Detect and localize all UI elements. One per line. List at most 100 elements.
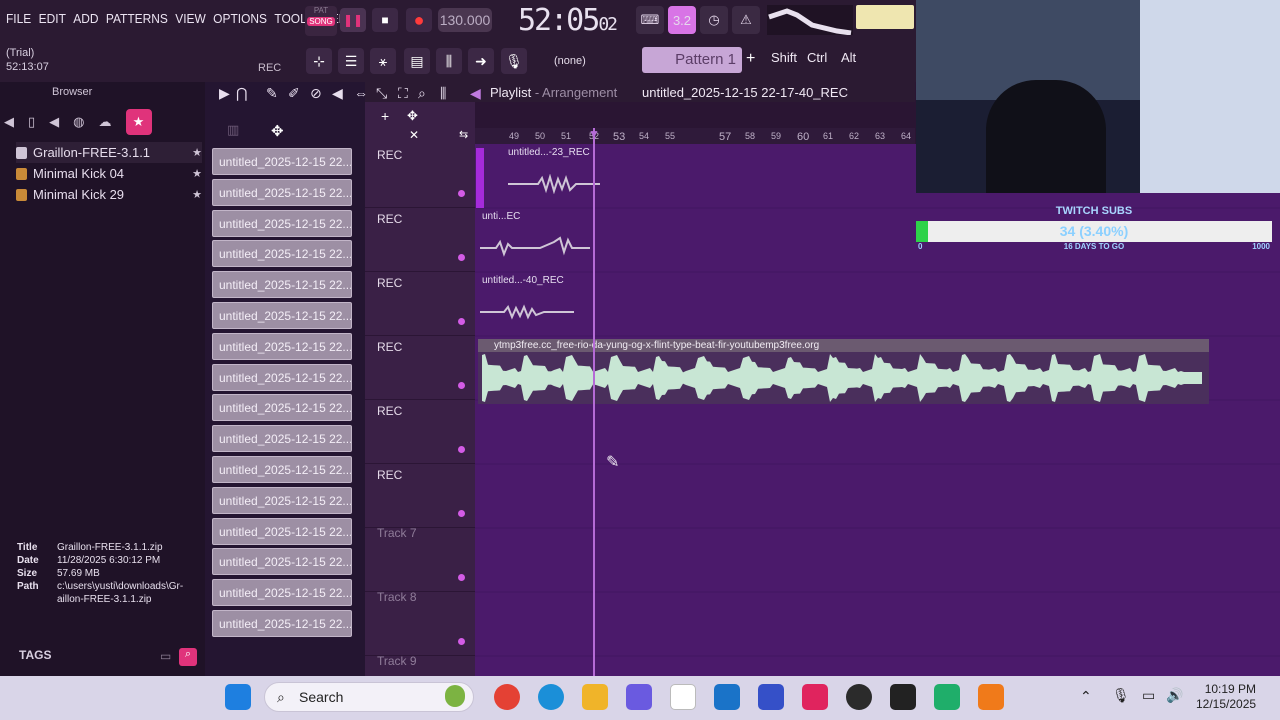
menu-edit[interactable]: EDIT: [39, 11, 66, 26]
slice-icon[interactable]: ⤡: [376, 85, 387, 102]
star-icon[interactable]: ★: [192, 167, 202, 180]
wait-input-icon[interactable]: ◷: [700, 6, 728, 34]
clip-label[interactable]: untitled...-23_REC: [508, 147, 590, 158]
back-icon[interactable]: ◀: [4, 114, 14, 130]
track-header[interactable]: REC: [365, 208, 475, 272]
favorites-star-icon[interactable]: ★: [125, 109, 152, 135]
timeline-ruler[interactable]: 495051525354555758596061626364: [475, 128, 915, 144]
browser-item[interactable]: Graillon-FREE-3.1.1 ★: [16, 142, 202, 163]
audio-clip-wave[interactable]: [508, 174, 600, 194]
audio-clip-wave[interactable]: [480, 232, 592, 260]
pattern-item[interactable]: untitled_2025-12-15 22...: [212, 209, 352, 237]
star-icon[interactable]: ★: [192, 188, 202, 201]
none-selector[interactable]: (none): [554, 50, 616, 72]
pattern-item[interactable]: untitled_2025-12-15 22...: [212, 456, 352, 483]
search-icon[interactable]: ⌕: [179, 648, 197, 666]
copilot-icon[interactable]: [626, 684, 652, 710]
pattern-item[interactable]: untitled_2025-12-15 22...: [212, 302, 352, 329]
file-explorer-icon[interactable]: [582, 684, 608, 710]
network-icon[interactable]: ▭: [1142, 687, 1155, 704]
track-dot-icon[interactable]: [458, 638, 465, 645]
star-icon[interactable]: ★: [192, 146, 202, 159]
pattern-item[interactable]: untitled_2025-12-15 22...: [212, 363, 352, 391]
track-header[interactable]: REC: [365, 272, 475, 336]
microphone-tray-icon[interactable]: 🎙: [1112, 687, 1130, 704]
pattern-item[interactable]: untitled_2025-12-15 22...: [212, 148, 352, 175]
menu-add[interactable]: ADD: [73, 11, 98, 26]
playlist-button[interactable]: ☰: [338, 48, 364, 74]
tempo-display[interactable]: 130.000: [438, 8, 492, 32]
obs-icon[interactable]: [846, 684, 872, 710]
file-icon[interactable]: ▯: [28, 114, 35, 130]
move-icon[interactable]: ✥: [271, 122, 284, 140]
audio-clip-wave[interactable]: [480, 304, 576, 320]
browser-item[interactable]: Minimal Kick 29 ★: [16, 184, 202, 205]
edge-icon[interactable]: [538, 684, 564, 710]
chrome-icon[interactable]: [494, 684, 520, 710]
typing-keyboard-icon[interactable]: ⌨: [636, 6, 664, 34]
globe-icon[interactable]: ◍: [73, 114, 84, 130]
track-dot-icon[interactable]: [458, 510, 465, 517]
alt-key[interactable]: Alt: [841, 50, 856, 65]
delete-icon[interactable]: ⊘: [310, 85, 322, 102]
select-icon[interactable]: ⛶: [398, 85, 408, 102]
tray-chevron-icon[interactable]: ⌃: [1080, 688, 1092, 705]
track-header[interactable]: REC: [365, 336, 475, 400]
pattern-item[interactable]: untitled_2025-12-15 22...: [212, 579, 352, 607]
mute-icon[interactable]: ◀: [332, 85, 343, 102]
pattern-list-tool-icon[interactable]: ▥: [227, 122, 239, 138]
track-dot-icon[interactable]: [458, 190, 465, 197]
close-icon[interactable]: ✕: [409, 128, 419, 142]
track-dot-icon[interactable]: [458, 446, 465, 453]
track-header[interactable]: REC: [365, 400, 475, 464]
pattern-item[interactable]: untitled_2025-12-15 22...: [212, 425, 352, 453]
shift-key[interactable]: Shift: [771, 50, 797, 65]
pattern-item[interactable]: untitled_2025-12-15 22...: [212, 271, 352, 299]
countdown-icon[interactable]: 3.2: [668, 6, 696, 34]
playhead[interactable]: [593, 128, 595, 676]
ctrl-key[interactable]: Ctrl: [807, 50, 827, 65]
add-track-icon[interactable]: +: [381, 108, 389, 124]
track-header[interactable]: REC: [365, 464, 475, 528]
menu-view[interactable]: VIEW: [175, 11, 206, 26]
playhead-marker-icon[interactable]: ▼: [588, 127, 600, 141]
mixer-button[interactable]: ⫼: [436, 48, 462, 74]
zoom-icon[interactable]: ⌕: [418, 85, 426, 102]
windows-start-icon[interactable]: [225, 684, 251, 710]
store-icon[interactable]: [670, 684, 696, 710]
app-icon[interactable]: [758, 684, 784, 710]
record-button[interactable]: ●: [406, 8, 432, 32]
pattern-item[interactable]: untitled_2025-12-15 22...: [212, 240, 352, 268]
stop-button[interactable]: ■: [372, 8, 398, 32]
cloud-icon[interactable]: ☁: [99, 114, 112, 130]
tiktok-icon[interactable]: [802, 684, 828, 710]
browser-item[interactable]: Minimal Kick 04 ★: [16, 163, 202, 184]
next-button[interactable]: ➜: [468, 48, 494, 74]
pattern-selector[interactable]: Pattern 1: [642, 47, 742, 73]
pat-song-toggle[interactable]: PAT SONG: [305, 6, 337, 36]
pattern-item[interactable]: untitled_2025-12-15 22...: [212, 394, 352, 422]
track-header[interactable]: REC: [365, 144, 475, 208]
pattern-item[interactable]: untitled_2025-12-15 22...: [212, 548, 352, 576]
volume-icon[interactable]: 🔊: [1166, 687, 1183, 704]
pattern-item[interactable]: untitled_2025-12-15 22...: [212, 517, 352, 545]
menu-patterns[interactable]: PATTERNS: [106, 11, 168, 26]
magnet-icon[interactable]: ⋂: [236, 85, 247, 102]
menu-file[interactable]: FILE: [6, 11, 31, 26]
clip-label[interactable]: unti...EC: [482, 211, 520, 222]
snap-button[interactable]: ⊹: [306, 48, 332, 74]
audio-clip-beat[interactable]: ytmp3free.cc_free-rio-da-yung-og-x-flint…: [478, 339, 1209, 404]
metronome-icon[interactable]: ⚠: [732, 6, 760, 34]
piano-roll-button[interactable]: ⚹: [370, 48, 396, 74]
pencil-icon[interactable]: ✎: [266, 85, 278, 102]
slip-icon[interactable]: ⇔: [354, 85, 368, 101]
paint-icon[interactable]: ✐: [288, 85, 300, 102]
folder-icon[interactable]: ▭: [160, 649, 171, 663]
arrows-icon[interactable]: ⇆: [459, 128, 468, 141]
fl-studio-icon[interactable]: [978, 684, 1004, 710]
mail-icon[interactable]: [714, 684, 740, 710]
track-dot-icon[interactable]: [458, 382, 465, 389]
pause-button[interactable]: ❚❚: [340, 8, 366, 32]
taskbar-search[interactable]: ⌕ Search: [264, 682, 474, 712]
speaker-icon[interactable]: ◀: [49, 114, 59, 130]
